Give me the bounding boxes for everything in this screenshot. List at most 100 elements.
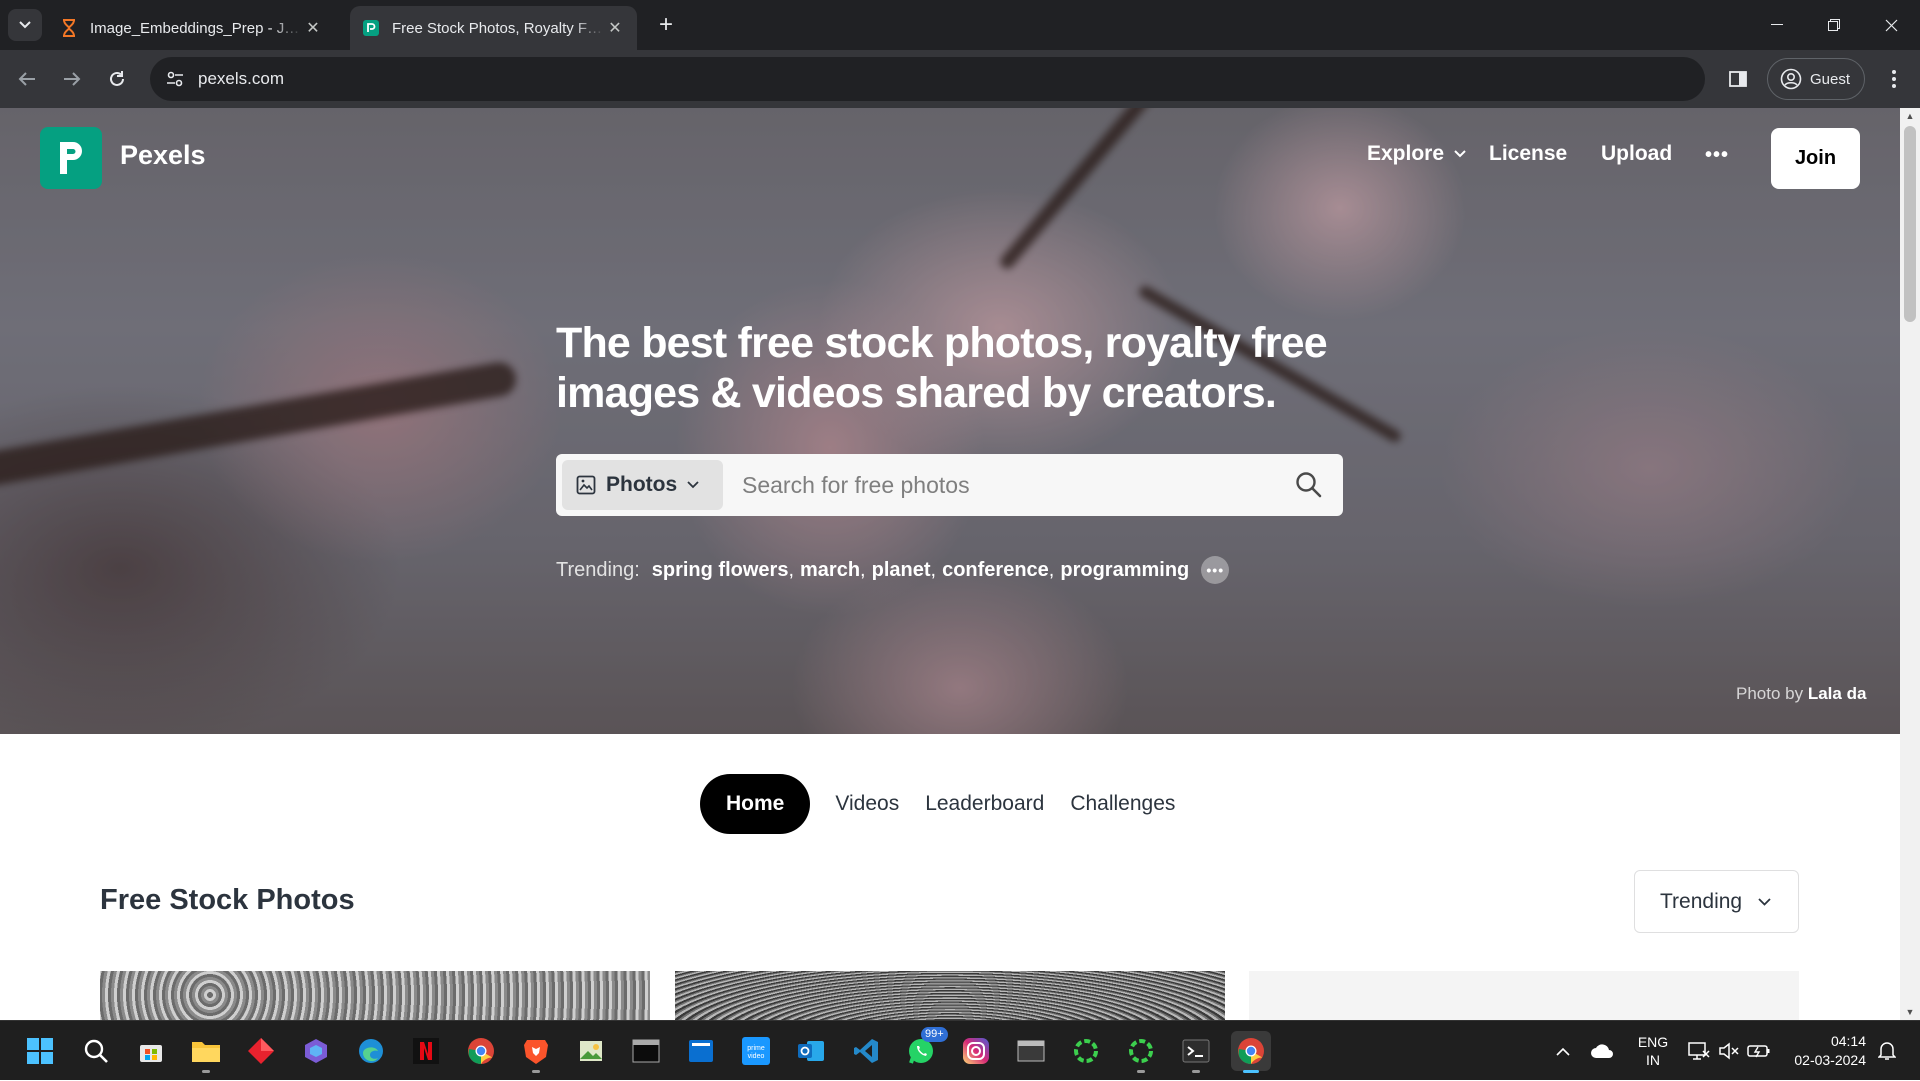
search-icon[interactable] <box>76 1031 116 1071</box>
scroll-up-icon[interactable]: ▲ <box>1900 108 1920 124</box>
join-button[interactable]: Join <box>1771 128 1860 189</box>
hero-overlay <box>0 108 1900 734</box>
trending-tag[interactable]: conference <box>942 559 1049 582</box>
microsoft-store-icon[interactable] <box>131 1031 171 1071</box>
chevron-down-icon <box>1758 897 1771 906</box>
tab-pexels[interactable]: Free Stock Photos, Royalty Free Stock Im… <box>350 6 637 50</box>
battery-icon[interactable] <box>1744 1021 1774 1081</box>
app-blue-window-icon[interactable] <box>681 1031 721 1071</box>
photo-thumbnail[interactable] <box>100 971 650 1020</box>
chevron-down-icon <box>1454 150 1466 158</box>
trending-separator: , <box>930 558 937 581</box>
nav-explore[interactable]: Explore <box>1367 142 1466 166</box>
nav-license[interactable]: License <box>1489 142 1567 166</box>
tab-title: Image_Embeddings_Prep - Jupyter <box>90 19 303 37</box>
chevron-down-icon <box>687 481 699 489</box>
tab-home[interactable]: Home <box>700 774 811 834</box>
back-arrow-icon[interactable] <box>10 62 44 96</box>
trending-tag[interactable]: planet <box>872 559 931 582</box>
app-diamond-icon[interactable] <box>241 1031 281 1071</box>
photo-thumbnail[interactable] <box>1249 971 1799 1020</box>
forward-arrow-icon[interactable] <box>55 62 89 96</box>
new-tab-button[interactable]: + <box>651 10 681 40</box>
chevron-up-icon[interactable] <box>1548 1021 1578 1081</box>
trending-searches: Trending: spring flowers, march, planet,… <box>556 556 1230 584</box>
profile-button[interactable]: Guest <box>1767 58 1865 100</box>
trending-tag[interactable]: march <box>800 559 860 582</box>
nav-upload[interactable]: Upload <box>1601 142 1672 166</box>
clock[interactable]: 04:14 02-03-2024 <box>1782 1021 1866 1081</box>
restore-icon[interactable] <box>1805 0 1863 50</box>
volume-muted-icon[interactable] <box>1714 1021 1744 1081</box>
trending-separator: , <box>860 558 866 581</box>
tab-leaderboard[interactable]: Leaderboard <box>912 774 1057 834</box>
file-explorer-icon[interactable] <box>186 1031 226 1073</box>
scrollbar-thumb[interactable] <box>1904 126 1916 322</box>
pexels-favicon-icon <box>362 19 380 37</box>
edge-icon[interactable] <box>351 1031 391 1071</box>
network-icon[interactable] <box>1684 1021 1714 1081</box>
sort-dropdown[interactable]: Trending <box>1634 870 1799 933</box>
more-options-icon[interactable]: ••• <box>1705 144 1729 167</box>
trending-tag[interactable]: programming <box>1060 559 1189 582</box>
instagram-icon[interactable] <box>956 1031 996 1071</box>
onedrive-icon[interactable] <box>1585 1021 1619 1081</box>
sort-label: Trending <box>1660 889 1743 913</box>
language-indicator[interactable]: ENG IN <box>1630 1021 1676 1081</box>
app-ring-icon[interactable] <box>1066 1031 1106 1071</box>
tab-challenges[interactable]: Challenges <box>1057 774 1188 834</box>
close-icon[interactable]: ✕ <box>605 18 625 38</box>
language-label: ENG <box>1637 1034 1669 1050</box>
tab-title: Free Stock Photos, Royalty Free Stock Im… <box>392 19 605 37</box>
chevron-down-icon <box>19 21 31 29</box>
clock-date: 02-03-2024 <box>1794 1052 1866 1068</box>
content-tabs: Home Videos Leaderboard Challenges <box>700 774 1188 834</box>
trending-tag[interactable]: spring flowers <box>652 559 789 582</box>
windows-taskbar: prime video 99+ ENG IN 04:14 02-03-2024 <box>0 1020 1920 1080</box>
site-info-icon[interactable] <box>164 68 186 90</box>
section-title: Free Stock Photos <box>100 884 355 916</box>
outlook-icon[interactable] <box>791 1031 831 1071</box>
minimize-icon[interactable] <box>1748 0 1806 50</box>
page-scrollbar[interactable]: ▲ ▼ <box>1900 108 1920 1020</box>
more-trending-icon[interactable]: ••• <box>1201 556 1230 584</box>
notification-bell-icon[interactable] <box>1872 1021 1902 1081</box>
vscode-icon[interactable] <box>846 1031 886 1071</box>
netflix-icon[interactable] <box>406 1031 446 1071</box>
photo-credit[interactable]: Photo by Lala da <box>1736 684 1866 704</box>
kebab-menu-icon[interactable] <box>1877 62 1911 96</box>
prime-video-icon[interactable]: prime video <box>736 1031 776 1071</box>
whatsapp-icon[interactable]: 99+ <box>901 1027 948 1071</box>
chrome-active-icon[interactable] <box>1231 1031 1271 1073</box>
close-window-icon[interactable] <box>1862 0 1920 50</box>
reload-icon[interactable] <box>100 62 134 96</box>
address-bar[interactable]: pexels.com <box>150 57 1705 101</box>
search-bar: Photos <box>556 454 1343 516</box>
brand-name[interactable]: Pexels <box>120 140 206 171</box>
search-type-dropdown[interactable]: Photos <box>562 460 723 510</box>
search-icon[interactable] <box>1294 470 1324 500</box>
brave-icon[interactable] <box>516 1031 556 1073</box>
terminal-window-icon[interactable] <box>626 1031 666 1071</box>
tab-videos[interactable]: Videos <box>822 774 912 834</box>
search-input[interactable] <box>742 462 1262 508</box>
photo-thumbnail[interactable] <box>675 971 1225 1020</box>
scroll-down-icon[interactable]: ▼ <box>1900 1004 1920 1020</box>
terminal-icon[interactable] <box>1176 1031 1216 1073</box>
hourglass-icon <box>60 19 78 37</box>
app-window-icon[interactable] <box>1011 1031 1051 1071</box>
chrome-icon[interactable] <box>461 1031 501 1071</box>
search-type-label: Photos <box>606 473 678 496</box>
clock-time: 04:14 <box>1830 1033 1866 1049</box>
close-icon[interactable]: ✕ <box>303 18 323 38</box>
image-viewer-icon[interactable] <box>571 1031 611 1071</box>
copilot-icon[interactable] <box>296 1031 336 1071</box>
side-panel-icon[interactable] <box>1721 62 1755 96</box>
pexels-logo-icon[interactable] <box>40 127 102 189</box>
tab-jupyter[interactable]: Image_Embeddings_Prep - Jupyter ✕ <box>48 6 335 50</box>
address-text: pexels.com <box>198 69 284 88</box>
tab-search-button[interactable] <box>8 9 42 41</box>
region-label: IN <box>1646 1052 1660 1068</box>
windows-start-icon[interactable] <box>20 1031 60 1071</box>
app-ring-icon[interactable] <box>1121 1031 1161 1073</box>
